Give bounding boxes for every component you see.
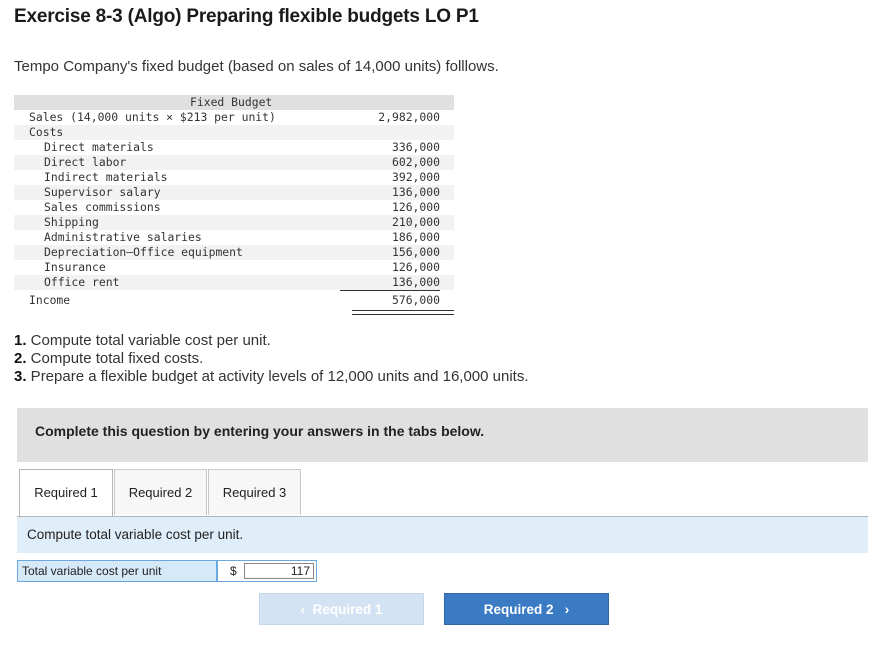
question-1: 1. Compute total variable cost per unit.: [14, 332, 271, 349]
income-row: Income 576,000: [14, 290, 454, 315]
income-value: 576,000: [391, 293, 440, 307]
cost-label: Administrative salaries: [44, 230, 202, 244]
page-title: Exercise 8-3 (Algo) Preparing flexible b…: [14, 6, 479, 27]
tab-required-3[interactable]: Required 3: [208, 469, 301, 515]
cost-label: Direct materials: [44, 140, 154, 154]
banner-text: Complete this question by entering your …: [35, 423, 485, 439]
sales-row: Sales (14,000 units × $213 per unit) 2,9…: [14, 110, 454, 125]
cost-value: 136,000: [391, 185, 440, 199]
fixed-budget-table: Fixed Budget Sales (14,000 units × $213 …: [14, 95, 454, 315]
cost-row: Insurance 126,000: [14, 260, 454, 275]
cost-label: Office rent: [44, 275, 120, 289]
column-header: Fixed Budget: [190, 95, 273, 109]
cost-label: Supervisor salary: [44, 185, 161, 199]
table-header-row: Fixed Budget: [14, 95, 454, 110]
sales-label: Sales (14,000 units × $213 per unit): [29, 110, 276, 124]
cost-value: 602,000: [391, 155, 440, 169]
cost-label: Indirect materials: [44, 170, 168, 184]
costs-row: Costs: [14, 125, 454, 140]
income-label: Income: [29, 293, 71, 307]
currency-symbol: $: [230, 564, 237, 578]
costs-label: Costs: [29, 125, 64, 139]
cost-value: 210,000: [391, 215, 440, 229]
cost-label: Shipping: [44, 215, 99, 229]
intro-text: Tempo Company's fixed budget (based on s…: [14, 58, 499, 75]
cost-row: Direct labor 602,000: [14, 155, 454, 170]
cost-row: Shipping 210,000: [14, 215, 454, 230]
tab-required-1[interactable]: Required 1: [19, 469, 113, 517]
instruction-text: Compute total variable cost per unit.: [27, 527, 244, 542]
prev-button-label: Required 1: [312, 602, 383, 617]
question-number: 2.: [14, 350, 27, 367]
question-number: 3.: [14, 368, 27, 385]
double-underline: [352, 310, 454, 315]
tab-required-2[interactable]: Required 2: [114, 469, 207, 515]
cost-row: Office rent 136,000: [14, 275, 454, 291]
sales-value: 2,982,000: [378, 110, 440, 124]
next-button-label: Required 2: [483, 602, 554, 617]
cost-row: Administrative salaries 186,000: [14, 230, 454, 245]
cost-value: 136,000: [340, 275, 440, 291]
question-text: Prepare a flexible budget at activity le…: [26, 368, 529, 385]
answer-label: Total variable cost per unit: [17, 560, 217, 582]
cost-row: Indirect materials 392,000: [14, 170, 454, 185]
tab-instruction: Compute total variable cost per unit.: [17, 517, 868, 553]
cost-row: Direct materials 336,000: [14, 140, 454, 155]
prev-required-button[interactable]: ‹ Required 1: [259, 593, 424, 625]
variable-cost-input[interactable]: 117: [244, 563, 314, 579]
cost-label: Insurance: [44, 260, 106, 274]
question-number: 1.: [14, 332, 27, 349]
cost-row: Sales commissions 126,000: [14, 200, 454, 215]
question-3: 3. Prepare a flexible budget at activity…: [14, 368, 529, 385]
cost-label: Depreciation—Office equipment: [44, 245, 243, 259]
next-required-button[interactable]: Required 2 ›: [444, 593, 609, 625]
chevron-left-icon: ‹: [300, 602, 306, 617]
instructions-banner: Complete this question by entering your …: [17, 408, 868, 462]
question-text: Compute total fixed costs.: [26, 350, 204, 367]
chevron-right-icon: ›: [564, 602, 570, 617]
cost-label: Direct labor: [44, 155, 127, 169]
cost-label: Sales commissions: [44, 200, 161, 214]
cost-row: Supervisor salary 136,000: [14, 185, 454, 200]
answer-cell: $ 117: [217, 560, 317, 582]
question-2: 2. Compute total fixed costs.: [14, 350, 203, 367]
cost-value: 126,000: [391, 260, 440, 274]
cost-row: Depreciation—Office equipment 156,000: [14, 245, 454, 260]
cost-value: 186,000: [391, 230, 440, 244]
cost-value: 156,000: [391, 245, 440, 259]
question-text: Compute total variable cost per unit.: [26, 332, 271, 349]
cost-value: 336,000: [391, 140, 440, 154]
cost-value: 392,000: [391, 170, 440, 184]
cost-value: 126,000: [391, 200, 440, 214]
